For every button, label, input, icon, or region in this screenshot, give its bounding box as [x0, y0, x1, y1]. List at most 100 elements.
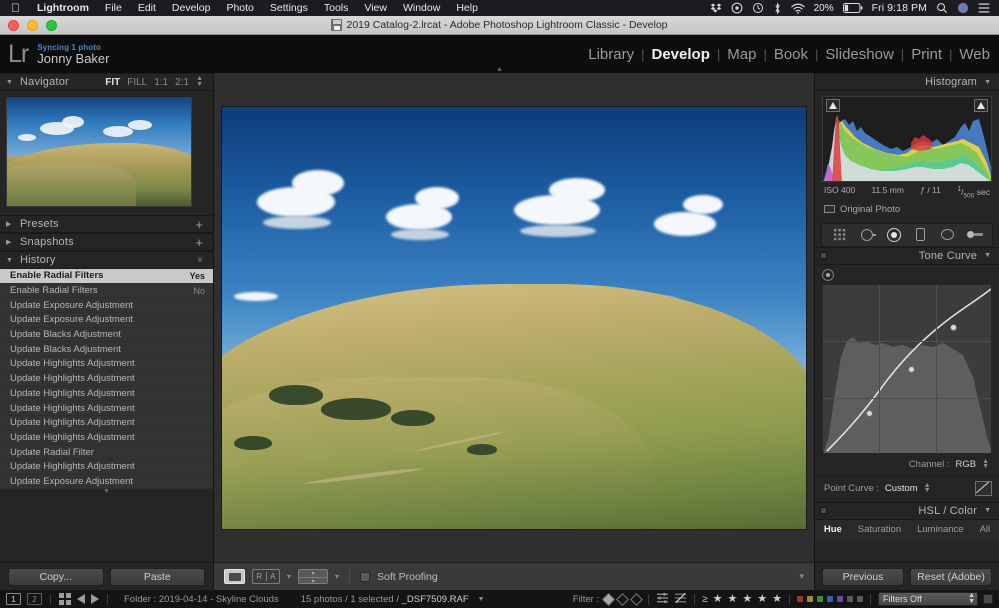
history-entry[interactable]: Update Highlights Adjustment: [0, 372, 213, 387]
original-photo-checkbox[interactable]: [824, 205, 835, 214]
primary-monitor-button[interactable]: 1: [6, 593, 21, 605]
tab-hue[interactable]: Hue: [816, 524, 850, 535]
history-entry[interactable]: Update Highlights Adjustment: [0, 401, 213, 416]
chevron-down-icon[interactable]: ▼: [984, 507, 991, 514]
history-entry[interactable]: Update Highlights Adjustment: [0, 387, 213, 402]
channel-value[interactable]: RGB: [955, 459, 976, 470]
dropbox-icon[interactable]: [710, 2, 722, 14]
history-scroll-arrow[interactable]: ▼: [0, 488, 213, 498]
module-slideshow[interactable]: Slideshow: [818, 46, 900, 63]
radial-filter-tool-icon[interactable]: [939, 226, 957, 244]
menu-item-window[interactable]: Window: [395, 2, 448, 14]
target-adjust-icon[interactable]: [822, 268, 834, 281]
star-rating-5[interactable]: ★: [772, 593, 782, 605]
tab-all[interactable]: All: [972, 524, 999, 535]
panel-header-history[interactable]: ▼ History ×: [0, 251, 213, 269]
left-panel-scroll[interactable]: ▼ Navigator FIT FILL 1:1 2:1 ▲ ▼ ▶ Prese…: [0, 73, 213, 562]
chevron-down-icon[interactable]: ▼: [6, 257, 20, 264]
previous-button[interactable]: Previous: [822, 567, 904, 586]
tab-saturation[interactable]: Saturation: [850, 524, 909, 535]
color-label-swatch[interactable]: [847, 596, 853, 602]
adjustment-brush-tool-icon[interactable]: [966, 226, 984, 244]
color-label-filters[interactable]: [797, 596, 863, 602]
color-label-swatch[interactable]: [817, 596, 823, 602]
attribute-filter-icon[interactable]: [656, 592, 669, 607]
history-entry[interactable]: Update Highlights Adjustment: [0, 431, 213, 446]
history-entry[interactable]: Update Blacks Adjustment: [0, 328, 213, 343]
split-view-icon[interactable]: ▾ ▾: [298, 569, 329, 585]
go-back-icon[interactable]: [77, 594, 85, 604]
before-after-caret-icon[interactable]: ▾: [287, 572, 291, 581]
chevron-down-icon[interactable]: ▼: [984, 252, 991, 259]
edit-point-curve-icon[interactable]: [975, 480, 992, 496]
flag-unflagged-icon[interactable]: [616, 592, 629, 606]
before-after-icon[interactable]: R A: [252, 569, 280, 584]
split-view-caret-icon[interactable]: ▾: [335, 572, 339, 581]
tone-curve-point-highlight[interactable]: [950, 323, 957, 331]
develop-photo[interactable]: [222, 106, 806, 529]
history-entry[interactable]: Update Exposure Adjustment: [0, 313, 213, 328]
module-print[interactable]: Print: [904, 46, 949, 63]
tone-curve-switch[interactable]: [820, 252, 827, 260]
identity-plate[interactable]: Lr Syncing 1 photo Jonny Baker: [0, 41, 110, 67]
control-center-icon[interactable]: [978, 2, 990, 14]
paste-button[interactable]: Paste: [109, 567, 205, 586]
zoom-1to1[interactable]: 1:1: [154, 77, 168, 88]
channel-stepper-icon[interactable]: ▲ ▼: [982, 458, 989, 471]
top-panel-collapse-arrow[interactable]: ▲: [489, 66, 511, 73]
histogram-graph[interactable]: [822, 96, 992, 182]
menu-item-settings[interactable]: Settings: [262, 2, 316, 14]
history-entry[interactable]: Update Blacks Adjustment: [0, 342, 213, 358]
history-entry[interactable]: Update Highlights Adjustment: [0, 460, 213, 475]
chevron-right-icon[interactable]: ▶: [6, 220, 20, 228]
zoom-2to1[interactable]: 2:1: [175, 77, 189, 88]
zoom-fit[interactable]: FIT: [105, 77, 120, 88]
tab-luminance[interactable]: Luminance: [909, 524, 971, 535]
module-develop[interactable]: Develop: [645, 46, 717, 63]
star-rating-1[interactable]: ★: [713, 593, 723, 605]
battery-icon[interactable]: [842, 3, 863, 13]
history-entry[interactable]: Update Exposure Adjustment: [0, 298, 213, 314]
grid-view-icon[interactable]: [59, 593, 71, 605]
wifi-icon[interactable]: [790, 3, 805, 14]
menu-item-file[interactable]: File: [97, 2, 130, 14]
red-eye-correction-tool-icon[interactable]: [885, 226, 903, 244]
history-entry[interactable]: Enable Radial Filters No: [0, 284, 213, 299]
time-machine-icon[interactable]: [752, 2, 764, 14]
point-curve-stepper-icon[interactable]: ▲ ▼: [924, 482, 931, 495]
disc-icon[interactable]: [731, 2, 743, 14]
history-list[interactable]: Enable Radial Filters Yes Enable Radial Fi…: [0, 269, 213, 490]
toolbar-options-caret-icon[interactable]: ▾: [799, 571, 804, 582]
menu-item-tools[interactable]: Tools: [316, 2, 357, 14]
add-snapshot-icon[interactable]: +: [195, 236, 203, 249]
menu-item-help[interactable]: Help: [448, 2, 486, 14]
loupe-view-icon[interactable]: [224, 569, 245, 584]
flag-picked-icon[interactable]: [602, 592, 615, 606]
zoom-fill[interactable]: FILL: [127, 77, 147, 88]
navigator-preview-container[interactable]: [0, 91, 213, 215]
menu-item-lightroom[interactable]: Lightroom: [29, 2, 97, 14]
module-library[interactable]: Library: [581, 46, 641, 63]
go-forward-icon[interactable]: [91, 594, 99, 604]
reset-button[interactable]: Reset (Adobe): [910, 567, 992, 586]
color-label-swatch[interactable]: [807, 596, 813, 602]
history-entry[interactable]: Update Highlights Adjustment: [0, 357, 213, 372]
zoom-stepper-icon[interactable]: ▲ ▼: [196, 75, 203, 88]
tone-curve-channel-row[interactable]: Channel : RGB ▲ ▼: [815, 454, 999, 476]
panel-header-navigator[interactable]: ▼ Navigator FIT FILL 1:1 2:1 ▲ ▼: [0, 73, 213, 91]
color-label-swatch[interactable]: [857, 596, 863, 602]
point-curve-value[interactable]: Custom: [885, 483, 918, 494]
panel-header-hsl-color[interactable]: HSL / Color ▼: [815, 501, 999, 520]
hsl-switch[interactable]: [820, 507, 827, 515]
menu-item-develop[interactable]: Develop: [164, 2, 219, 14]
chevron-right-icon[interactable]: ▶: [6, 238, 20, 246]
star-rating-2[interactable]: ★: [728, 593, 738, 605]
original-photo-row[interactable]: Original Photo: [815, 200, 999, 221]
filter-preset-stepper-icon[interactable]: ▲ ▼: [968, 592, 975, 605]
spot-removal-tool-icon[interactable]: [858, 226, 876, 244]
tone-curve-point-shadow[interactable]: [866, 409, 873, 417]
navigator-preview-image[interactable]: [6, 97, 192, 207]
chevron-down-icon[interactable]: ▼: [6, 79, 20, 86]
tone-curve-graph[interactable]: [822, 283, 992, 454]
history-entry[interactable]: Update Radial Filter: [0, 445, 213, 460]
